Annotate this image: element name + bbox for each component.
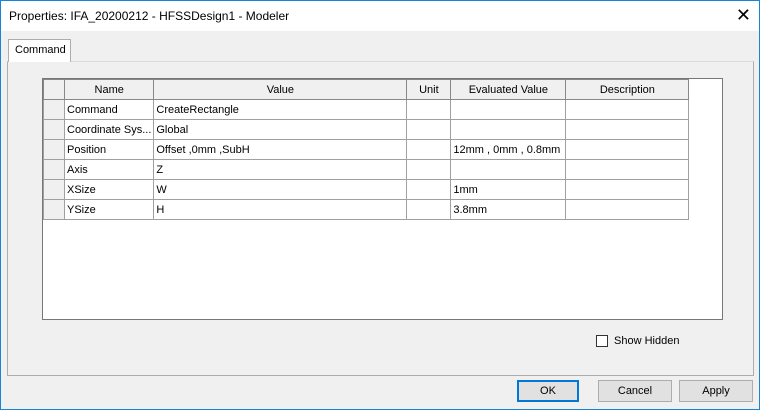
title-bar: Properties: IFA_20200212 - HFSSDesign1 -… [1, 1, 759, 31]
cell-name[interactable]: Command [63, 99, 155, 120]
show-hidden-checkbox[interactable]: Show Hidden [596, 335, 679, 347]
apply-button[interactable]: Apply [679, 380, 753, 402]
cell-value[interactable]: CreateRectangle [153, 99, 408, 120]
tab-panel: Name Value Unit Evaluated Value Descript… [7, 61, 754, 376]
cell-name[interactable]: Axis [63, 159, 155, 180]
properties-grid: Name Value Unit Evaluated Value Descript… [42, 78, 723, 320]
cell-value[interactable]: Z [153, 159, 408, 180]
row-header[interactable] [43, 119, 65, 140]
cell-value[interactable]: Offset ,0mm ,SubH [153, 139, 408, 160]
column-header-evaluated-value[interactable]: Evaluated Value [450, 79, 567, 100]
cell-name[interactable]: Position [63, 139, 155, 160]
cell-unit[interactable] [406, 139, 452, 160]
row-header[interactable] [43, 159, 65, 180]
tab-command[interactable]: Command [8, 39, 71, 62]
cell-unit[interactable] [406, 179, 452, 200]
window-title: Properties: IFA_20200212 - HFSSDesign1 -… [9, 9, 290, 23]
cell-description[interactable] [565, 99, 690, 120]
cell-evaluated-value[interactable]: 12mm , 0mm , 0.8mm [450, 139, 567, 160]
table-row[interactable]: Command CreateRectangle [43, 99, 690, 120]
cell-description[interactable] [565, 159, 690, 180]
cell-unit[interactable] [406, 159, 452, 180]
column-header-value[interactable]: Value [153, 79, 408, 100]
cell-description[interactable] [565, 199, 690, 220]
show-hidden-label: Show Hidden [614, 335, 680, 347]
cancel-button[interactable]: Cancel [598, 380, 672, 402]
cell-unit[interactable] [406, 199, 452, 220]
cell-evaluated-value[interactable] [450, 119, 567, 140]
cell-evaluated-value[interactable] [450, 99, 567, 120]
table-row[interactable]: Position Offset ,0mm ,SubH 12mm , 0mm , 0.… [43, 139, 690, 160]
column-header-description[interactable]: Description [565, 79, 690, 100]
properties-dialog: Properties: IFA_20200212 - HFSSDesign1 -… [0, 0, 760, 410]
checkbox-box[interactable] [596, 335, 608, 347]
close-icon[interactable]: ✕ [736, 5, 751, 26]
grid-header: Name Value Unit Evaluated Value Descript… [43, 79, 690, 100]
cell-name[interactable]: XSize [63, 179, 155, 200]
table-row[interactable]: YSize H 3.8mm [43, 199, 690, 220]
row-header[interactable] [43, 199, 65, 220]
row-header[interactable] [43, 99, 65, 120]
cell-value[interactable]: W [153, 179, 408, 200]
row-header[interactable] [43, 179, 65, 200]
cell-value[interactable]: H [153, 199, 408, 220]
table-row[interactable]: Axis Z [43, 159, 690, 180]
row-header-corner [43, 79, 65, 100]
cell-description[interactable] [565, 139, 690, 160]
cell-evaluated-value[interactable]: 1mm [450, 179, 567, 200]
cell-unit[interactable] [406, 119, 452, 140]
column-header-unit[interactable]: Unit [406, 79, 452, 100]
ok-button[interactable]: OK [517, 380, 579, 402]
table-row[interactable]: XSize W 1mm [43, 179, 690, 200]
cell-name[interactable]: Coordinate Sys... [63, 119, 155, 140]
row-header[interactable] [43, 139, 65, 160]
table-row[interactable]: Coordinate Sys... Global [43, 119, 690, 140]
cell-evaluated-value[interactable]: 3.8mm [450, 199, 567, 220]
cell-value[interactable]: Global [153, 119, 408, 140]
cell-description[interactable] [565, 119, 690, 140]
cell-evaluated-value[interactable] [450, 159, 567, 180]
column-header-name[interactable]: Name [63, 79, 155, 100]
cell-unit[interactable] [406, 99, 452, 120]
cell-name[interactable]: YSize [63, 199, 155, 220]
cell-description[interactable] [565, 179, 690, 200]
